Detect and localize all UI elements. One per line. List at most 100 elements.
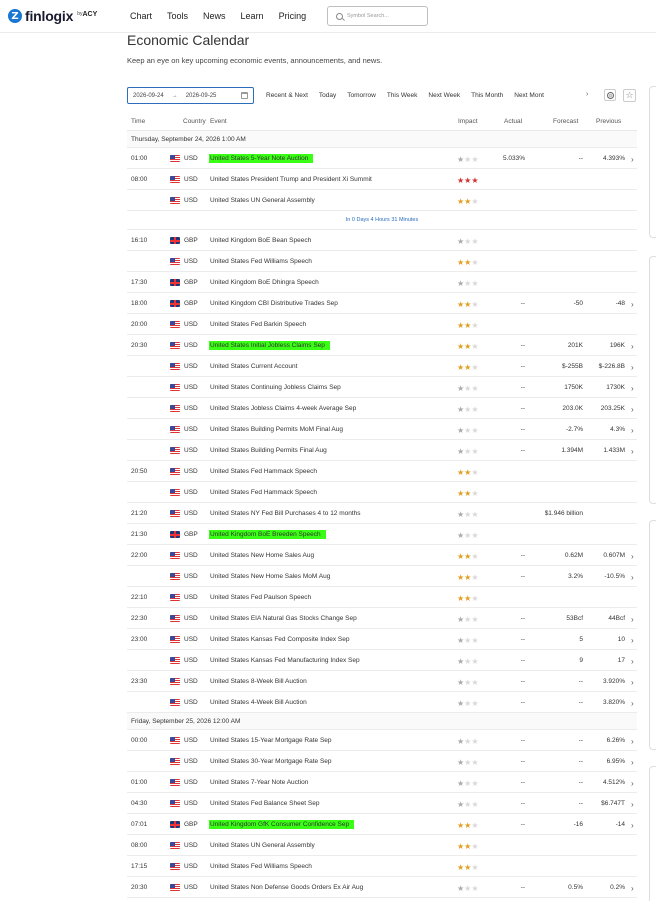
event-name-cell[interactable]: United States EIA Natural Gas Stocks Cha… — [210, 615, 357, 622]
table-row[interactable]: 08:00 USD United States President Trump an… — [127, 169, 637, 190]
table-row[interactable]: USD United States Building Permits MoM Fi… — [127, 419, 637, 440]
event-name-cell[interactable]: United States President Trump and Presid… — [210, 176, 372, 183]
chevron-right-icon[interactable]: › — [631, 615, 634, 624]
event-name-cell[interactable]: United States Non Defense Goods Orders E… — [210, 884, 363, 891]
chevron-right-icon[interactable]: › — [631, 758, 634, 767]
table-row[interactable]: 22:30 USD United States EIA Natural Gas St… — [127, 608, 637, 629]
nav-chart[interactable]: Chart — [130, 11, 152, 21]
chevron-right-icon[interactable]: › — [631, 552, 634, 561]
event-name-cell[interactable]: United States Fed Williams Speech — [210, 863, 312, 870]
table-row[interactable]: 22:10 USD United States Fed Paulson Speech… — [127, 587, 637, 608]
table-row[interactable]: 07:01 GBP United Kingdom GfK Consumer Conf… — [127, 814, 637, 835]
chevron-right-icon[interactable]: › — [631, 779, 634, 788]
event-name-cell[interactable]: United Kingdom CBI Distributive Trades S… — [210, 300, 338, 307]
table-row[interactable]: 20:50 USD United States Fed Hammack Speech… — [127, 461, 637, 482]
nav-news[interactable]: News — [203, 11, 226, 21]
filter-recent-next[interactable]: Recent & Next — [266, 92, 308, 99]
event-name-cell[interactable]: United States 7-Year Note Auction — [210, 779, 308, 786]
event-name-cell[interactable]: United States 15-Year Mortgage Rate Sep — [210, 737, 332, 744]
table-row[interactable]: 21:30 GBP United Kingdom BoE Breeden Speec… — [127, 524, 637, 545]
event-name-cell[interactable]: United States Jobless Claims 4-week Aver… — [210, 405, 356, 412]
table-row[interactable]: 17:15 USD United States Fed Williams Speec… — [127, 856, 637, 877]
nav-pricing[interactable]: Pricing — [279, 11, 307, 21]
filter-this-month[interactable]: This Month — [471, 92, 503, 99]
table-row[interactable]: 17:30 GBP United Kingdom BoE Dhingra Speec… — [127, 272, 637, 293]
chevron-right-icon[interactable]: › — [631, 737, 634, 746]
chevron-right-icon[interactable]: › — [631, 384, 634, 393]
filter-next-week[interactable]: Next Week — [428, 92, 460, 99]
chevron-right-icon[interactable]: › — [631, 678, 634, 687]
event-name-cell[interactable]: United States Fed Paulson Speech — [210, 594, 311, 601]
chevron-right-icon[interactable]: › — [631, 447, 634, 456]
chevron-right-icon[interactable]: › — [631, 363, 634, 372]
table-row[interactable]: USD United States Kansas Fed Manufacturin… — [127, 650, 637, 671]
nav-tools[interactable]: Tools — [167, 11, 188, 21]
timezone-button[interactable] — [604, 89, 616, 101]
event-name-cell[interactable]: United States Fed Hammack Speech — [210, 468, 317, 475]
filter-today[interactable]: Today — [319, 92, 336, 99]
filter-next-month[interactable]: Next Mont — [514, 92, 544, 99]
event-name-cell[interactable]: United States 8-Week Bill Auction — [210, 678, 307, 685]
chevron-right-icon[interactable]: › — [631, 405, 634, 414]
event-name-cell[interactable]: United States Continuing Jobless Claims … — [210, 384, 341, 391]
table-row[interactable]: USD United States Building Permits Final … — [127, 440, 637, 461]
table-row[interactable]: USD United States Continuing Jobless Clai… — [127, 377, 637, 398]
event-name-cell[interactable]: United States Building Permits MoM Final… — [210, 426, 343, 433]
event-name-cell[interactable]: United Kingdom GfK Consumer Confidence S… — [209, 820, 355, 829]
table-row[interactable]: USD United States Current Account ★★★ -- $-2… — [127, 356, 637, 377]
filter-this-week[interactable]: This Week — [387, 92, 418, 99]
event-name-cell[interactable]: United States Fed Balance Sheet Sep — [210, 800, 320, 807]
event-name-cell[interactable]: United States UN General Assembly — [210, 842, 315, 849]
table-row[interactable]: 23:00 USD United States Kansas Fed Composi… — [127, 629, 637, 650]
table-row[interactable]: USD United States 30-Year Mortgage Rate S… — [127, 751, 637, 772]
table-row[interactable]: 20:30 USD United States Initial Jobless Cl… — [127, 335, 637, 356]
chevron-right-icon[interactable]: › — [631, 426, 634, 435]
table-row[interactable]: 01:00 USD United States 5-Year Note Auctio… — [127, 148, 637, 169]
table-row[interactable]: USD United States 4-Week Bill Auction ★★★ -… — [127, 692, 637, 713]
table-row[interactable]: 16:10 GBP United Kingdom BoE Bean Speech ★★… — [127, 230, 637, 251]
event-name-cell[interactable]: United States Current Account — [210, 363, 297, 370]
favorites-button[interactable]: ☆ — [623, 89, 636, 102]
event-name-cell[interactable]: United States NY Fed Bill Purchases 4 to… — [210, 510, 361, 517]
event-name-cell[interactable]: United States Kansas Fed Manufacturing I… — [210, 657, 360, 664]
table-row[interactable]: USD United States Fed Williams Speech ★★★ — [127, 251, 637, 272]
table-row[interactable]: 23:30 USD United States 8-Week Bill Auctio… — [127, 671, 637, 692]
event-name-cell[interactable]: United Kingdom BoE Bean Speech — [210, 237, 311, 244]
table-row[interactable]: 04:30 USD United States Fed Balance Sheet … — [127, 793, 637, 814]
event-name-cell[interactable]: United States New Home Sales Aug — [210, 552, 314, 559]
chevron-right-icon[interactable]: › — [631, 884, 634, 893]
event-name-cell[interactable]: United States UN General Assembly — [210, 197, 315, 204]
date-range-picker[interactable]: 2026-09-24 → 2026-09-25 — [127, 87, 254, 104]
event-name-cell[interactable]: United States Kansas Fed Composite Index… — [210, 636, 349, 643]
symbol-search-input[interactable]: Symbol Search... — [327, 6, 428, 26]
event-name-cell[interactable]: United States Building Permits Final Aug — [210, 447, 327, 454]
filters-scroll-right-icon[interactable]: › — [586, 91, 588, 98]
event-name-cell[interactable]: United States Initial Jobless Claims Sep — [209, 341, 330, 350]
event-name-cell[interactable]: United States Fed Williams Speech — [210, 258, 312, 265]
filter-tomorrow[interactable]: Tomorrow — [347, 92, 376, 99]
table-row[interactable]: 20:00 USD United States Fed Barkin Speech ★… — [127, 314, 637, 335]
table-row[interactable]: 18:00 GBP United Kingdom CBI Distributive … — [127, 293, 637, 314]
table-row[interactable]: 21:20 USD United States NY Fed Bill Purcha… — [127, 503, 637, 524]
chevron-right-icon[interactable]: › — [631, 342, 634, 351]
chevron-right-icon[interactable]: › — [631, 573, 634, 582]
event-name-cell[interactable]: United Kingdom BoE Dhingra Speech — [210, 279, 319, 286]
table-row[interactable]: USD United States UN General Assembly ★★★ — [127, 190, 637, 211]
table-row[interactable]: 20:30 USD United States Non Defense Goods … — [127, 877, 637, 898]
table-row[interactable]: 22:00 USD United States New Home Sales Aug… — [127, 545, 637, 566]
event-name-cell[interactable]: United States 30-Year Mortgage Rate Sep — [210, 758, 332, 765]
chevron-right-icon[interactable]: › — [631, 657, 634, 666]
table-row[interactable]: USD United States New Home Sales MoM Aug ★… — [127, 566, 637, 587]
table-row[interactable]: USD United States Jobless Claims 4-week A… — [127, 398, 637, 419]
table-row[interactable]: 00:00 USD United States 15-Year Mortgage R… — [127, 730, 637, 751]
event-name-cell[interactable]: United Kingdom BoE Breeden Speech — [209, 530, 326, 539]
event-name-cell[interactable]: United States Fed Barkin Speech — [210, 321, 306, 328]
table-row[interactable]: 08:00 USD United States UN General Assembl… — [127, 835, 637, 856]
chevron-right-icon[interactable]: › — [631, 800, 634, 809]
event-name-cell[interactable]: United States 5-Year Note Auction — [209, 154, 314, 163]
chevron-right-icon[interactable]: › — [631, 821, 634, 830]
event-name-cell[interactable]: United States 4-Week Bill Auction — [210, 699, 307, 706]
event-name-cell[interactable]: United States New Home Sales MoM Aug — [210, 573, 330, 580]
chevron-right-icon[interactable]: › — [631, 636, 634, 645]
finlogix-logo[interactable]: Z finlogix by ACY — [8, 8, 116, 24]
